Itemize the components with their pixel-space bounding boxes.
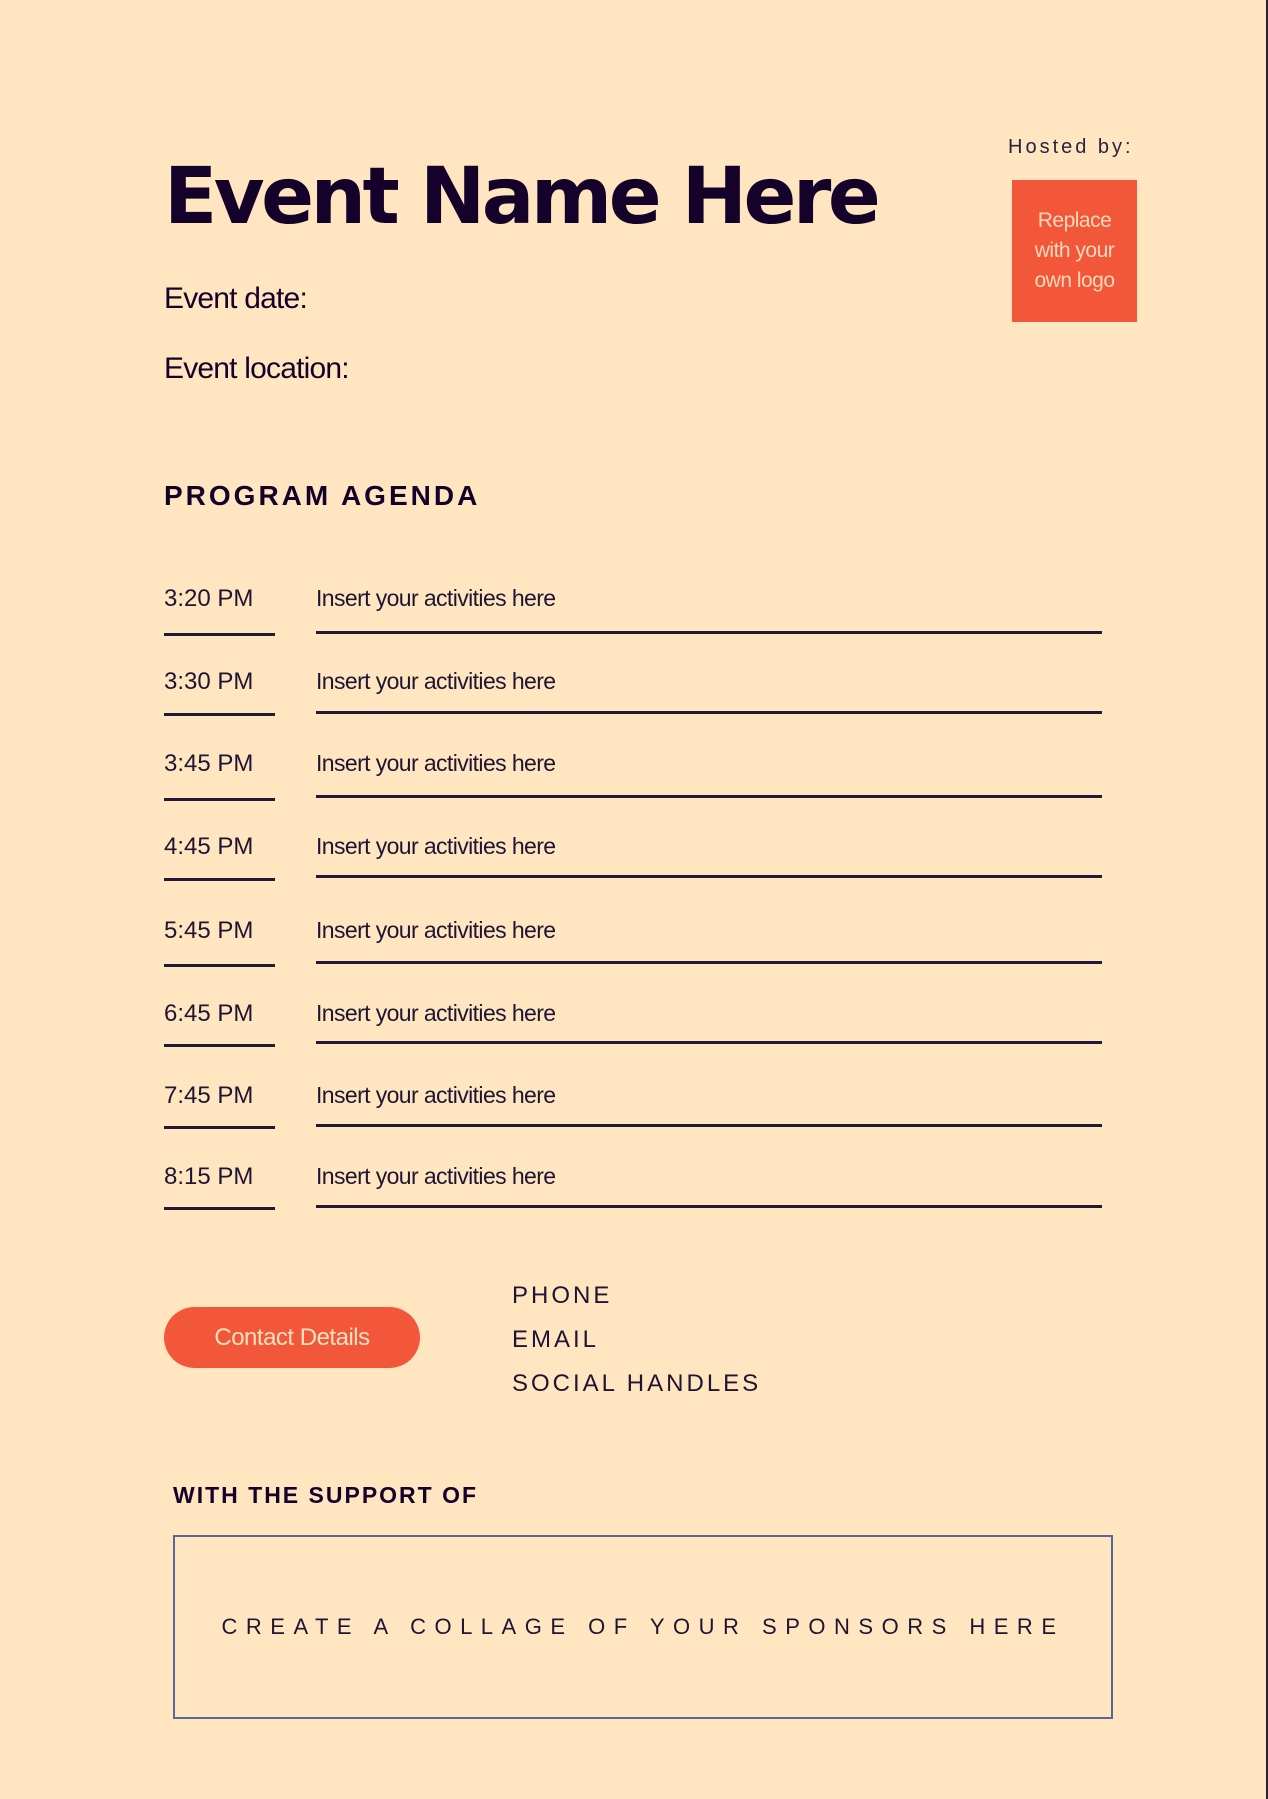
agenda-time: 4:45 PM <box>164 833 254 860</box>
activity-underline <box>316 1205 1102 1208</box>
activity-underline <box>316 1041 1102 1044</box>
logo-placeholder-text: Replace with your own logo <box>1034 209 1115 292</box>
time-underline <box>164 964 275 967</box>
event-location-label: Event location: <box>164 352 350 385</box>
agenda-time: 3:30 PM <box>164 668 254 695</box>
event-date-label: Event date: <box>164 282 308 315</box>
activity-underline <box>316 711 1102 714</box>
agenda-row: 5:45 PM Insert your activities here <box>0 917 1268 997</box>
activity-underline <box>316 961 1102 964</box>
agenda-activity[interactable]: Insert your activities here <box>316 1082 556 1109</box>
agenda-row: 8:15 PM Insert your activities here <box>0 1163 1268 1243</box>
agenda-heading: PROGRAM AGENDA <box>164 480 481 511</box>
time-underline <box>164 633 275 636</box>
activity-underline <box>316 875 1102 878</box>
contact-email: EMAIL <box>512 1326 600 1353</box>
agenda-row: 3:30 PM Insert your activities here <box>0 668 1268 748</box>
contact-details-button[interactable]: Contact Details <box>164 1307 420 1368</box>
activity-underline <box>316 631 1102 634</box>
activity-underline <box>316 795 1102 798</box>
time-underline <box>164 713 275 716</box>
agenda-activity[interactable]: Insert your activities here <box>316 1163 556 1190</box>
agenda-time: 6:45 PM <box>164 1000 254 1027</box>
time-underline <box>164 1126 275 1129</box>
agenda-time: 3:45 PM <box>164 750 254 777</box>
agenda-time: 8:15 PM <box>164 1163 254 1190</box>
agenda-activity[interactable]: Insert your activities here <box>316 585 556 612</box>
agenda-activity[interactable]: Insert your activities here <box>316 833 556 860</box>
sponsors-collage-area: CREATE A COLLAGE OF YOUR SPONSORS HERE <box>173 1535 1113 1719</box>
host-logo-placeholder: Replace with your own logo <box>1012 180 1137 322</box>
agenda-row: 6:45 PM Insert your activities here <box>0 1000 1268 1080</box>
event-title: Event Name Here <box>164 152 881 242</box>
sponsors-placeholder: CREATE A COLLAGE OF YOUR SPONSORS HERE <box>221 1614 1065 1639</box>
agenda-row: 3:45 PM Insert your activities here <box>0 750 1268 830</box>
agenda-time: 7:45 PM <box>164 1082 254 1109</box>
agenda-time: 5:45 PM <box>164 917 254 944</box>
agenda-activity[interactable]: Insert your activities here <box>316 668 556 695</box>
sponsors-heading: WITH THE SUPPORT OF <box>173 1482 479 1508</box>
agenda-row: 4:45 PM Insert your activities here <box>0 833 1268 913</box>
agenda-activity[interactable]: Insert your activities here <box>316 917 556 944</box>
agenda-time: 3:20 PM <box>164 585 254 612</box>
agenda-activity[interactable]: Insert your activities here <box>316 1000 556 1027</box>
contact-phone: PHONE <box>512 1282 613 1309</box>
agenda-row: 3:20 PM Insert your activities here <box>0 585 1268 665</box>
time-underline <box>164 1207 275 1210</box>
hosted-by-label: Hosted by: <box>1008 136 1134 158</box>
agenda-row: 7:45 PM Insert your activities here <box>0 1082 1268 1162</box>
contact-social-handles: SOCIAL HANDLES <box>512 1370 762 1397</box>
time-underline <box>164 798 275 801</box>
time-underline <box>164 1044 275 1047</box>
time-underline <box>164 878 275 881</box>
activity-underline <box>316 1124 1102 1127</box>
agenda-activity[interactable]: Insert your activities here <box>316 750 556 777</box>
